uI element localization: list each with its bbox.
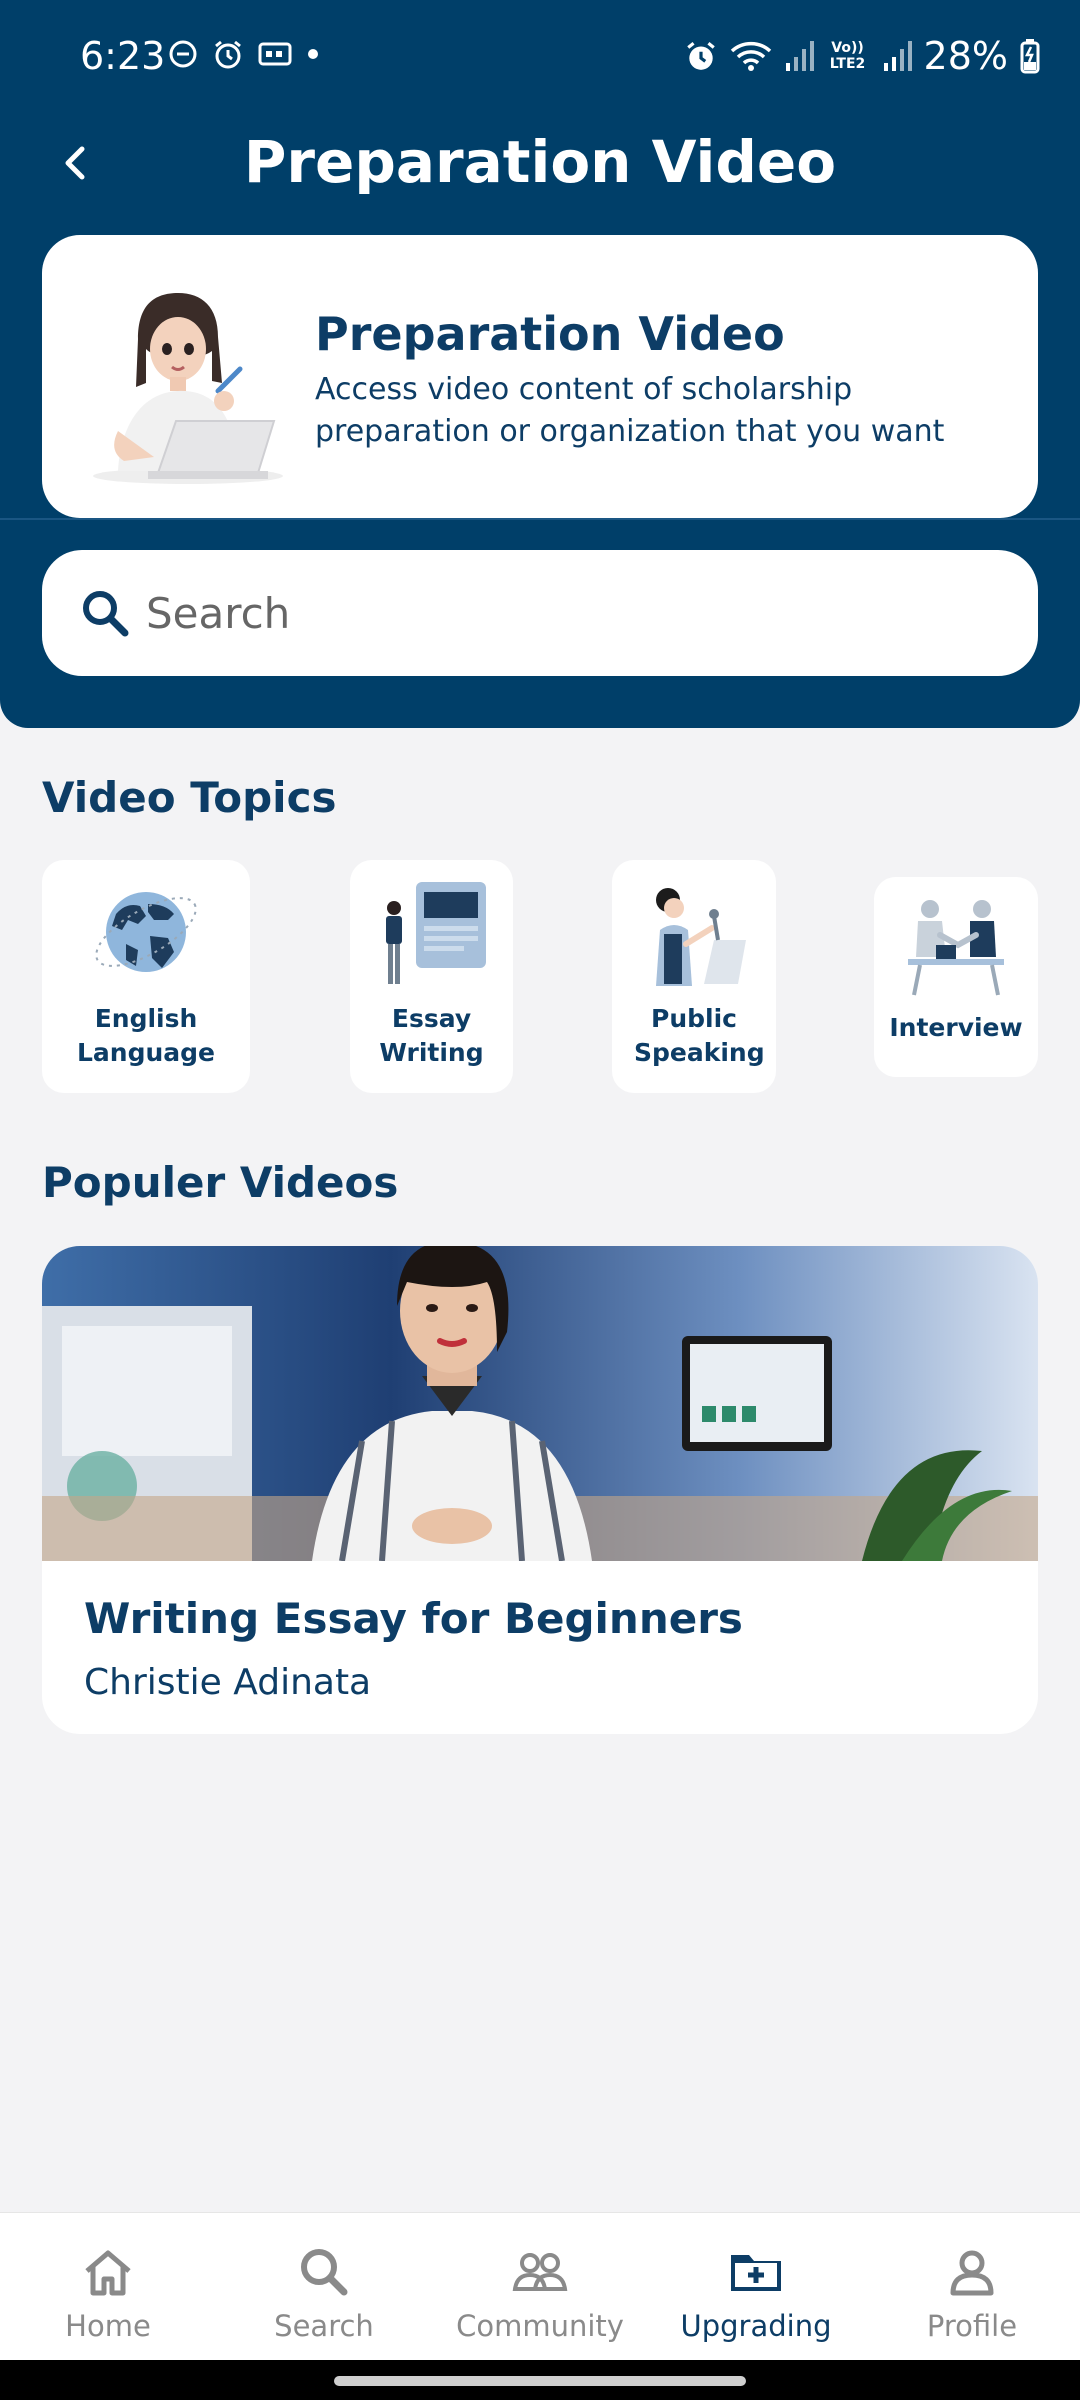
nav-item-profile[interactable]: Profile: [864, 2213, 1080, 2360]
battery-icon: [1020, 39, 1040, 74]
nav-item-search[interactable]: Search: [216, 2213, 432, 2360]
status-bar: 6:23 Vo)) LTE2 28%: [0, 0, 1080, 120]
home-gesture-handle[interactable]: [334, 2376, 746, 2386]
search-bar[interactable]: [42, 550, 1038, 676]
status-right-icons: Vo)) LTE2 28%: [684, 34, 1040, 78]
signal-icon: [883, 41, 912, 71]
banner-title: Preparation Video: [315, 307, 785, 361]
card-icon: [258, 42, 292, 66]
home-icon: [85, 2250, 131, 2296]
nav-item-upgrading[interactable]: Upgrading: [648, 2213, 864, 2360]
globe-icon: [95, 892, 197, 972]
video-topics-title: Video Topics: [42, 773, 337, 822]
banner-description: Access video content of scholarship prep…: [315, 372, 945, 449]
page-title: Preparation Video: [243, 128, 837, 196]
video-title[interactable]: Writing Essay for Beginners: [84, 1594, 743, 1643]
nav-label: Home: [65, 2309, 151, 2343]
chevron-left-icon: [65, 146, 85, 180]
popular-videos-title: Populer Videos: [42, 1158, 399, 1207]
nav-label: Upgrading: [680, 2309, 832, 2343]
nav-label: Community: [456, 2309, 624, 2343]
folder-plus-icon: [731, 2255, 781, 2291]
dnd-icon: [169, 40, 197, 68]
gesture-bar: [0, 2360, 1080, 2400]
video-card[interactable]: Writing Essay for Beginners Christie Adi…: [42, 1246, 1038, 1734]
video-thumbnail[interactable]: [42, 1246, 1038, 1561]
signal-icon: [785, 41, 814, 71]
nav-label: Profile: [926, 2309, 1018, 2343]
nav-item-community[interactable]: Community: [432, 2213, 648, 2360]
back-button[interactable]: [50, 138, 100, 188]
network-type: Vo)) LTE2: [829, 40, 866, 72]
topic-label: Public Speaking: [634, 1004, 765, 1067]
student-laptop-illustration: [93, 293, 283, 484]
battery-percent: 28%: [923, 34, 1008, 78]
video-author: Christie Adinata: [84, 1662, 372, 1703]
alarm-icon: [215, 40, 241, 69]
topic-card-essay-writing[interactable]: Essay Writing: [350, 860, 513, 1093]
header-divider: [0, 518, 1080, 520]
status-left-icons: [168, 38, 320, 70]
profile-icon: [950, 2250, 994, 2296]
speaker-podium-icon: [656, 888, 746, 986]
nav-item-home[interactable]: Home: [0, 2213, 216, 2360]
search-icon: [301, 2249, 348, 2296]
topic-label: Interview: [889, 1013, 1023, 1042]
nav-label: Search: [274, 2309, 374, 2343]
bottom-navigation: Home Search Community Upgrading Profile: [0, 2212, 1080, 2360]
alarm-icon: [686, 42, 715, 70]
top-app-bar: Preparation Video: [0, 120, 1080, 212]
status-time: 6:23: [80, 34, 166, 78]
wifi-icon: [730, 41, 771, 71]
dot-icon: [308, 49, 318, 59]
essay-board-icon: [385, 882, 486, 984]
topic-label: English Language: [76, 1004, 215, 1067]
search-icon: [83, 591, 129, 637]
interview-icon: [908, 900, 1004, 996]
topic-label: Essay Writing: [379, 1004, 484, 1067]
banner-card: Preparation Video Access video content o…: [42, 235, 1038, 518]
community-icon: [512, 2253, 568, 2291]
topic-card-public-speaking[interactable]: Public Speaking: [612, 860, 776, 1093]
search-input[interactable]: [146, 580, 1006, 646]
topic-card-english-language[interactable]: English Language: [42, 860, 250, 1093]
topic-card-interview[interactable]: Interview: [874, 877, 1038, 1077]
